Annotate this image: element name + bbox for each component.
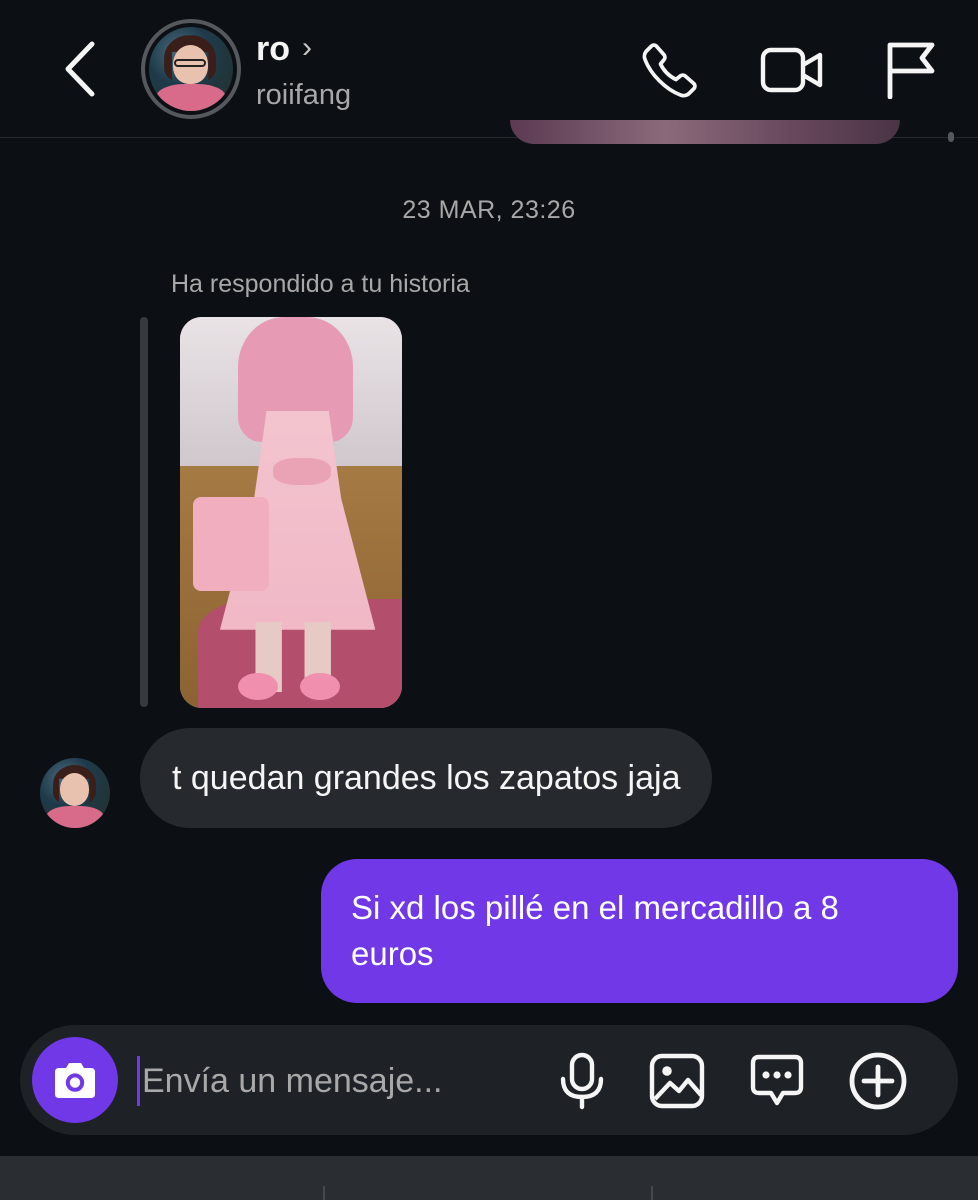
reply-quote-bar [140,317,148,707]
contact-name-link[interactable]: ro › [256,30,312,69]
contact-name: ro [256,30,290,68]
contact-username: roiifang [256,79,352,111]
scroll-indicator [948,132,954,142]
add-button[interactable] [846,1049,910,1113]
call-button[interactable] [638,38,702,102]
message-timestamp: 23 MAR, 23:26 [402,196,576,224]
gallery-button[interactable] [645,1049,709,1113]
camera-button[interactable] [32,1037,118,1123]
previous-image-message[interactable] [510,120,900,144]
chevron-left-icon [65,41,95,97]
message-composer [20,1025,958,1135]
keyboard-accessory-bar [0,1156,978,1200]
back-button[interactable] [50,36,110,102]
report-button[interactable] [878,38,942,102]
video-call-button[interactable] [760,38,824,102]
chat-header: ro › roiifang [0,0,978,138]
outgoing-message-bubble[interactable]: Si xd los pillé en el mercadillo a 8 eur… [321,859,958,1003]
video-camera-icon [760,47,823,93]
voice-message-button[interactable] [550,1049,614,1113]
bar-divider [651,1186,653,1200]
story-reply-label: Ha respondido a tu historia [171,270,470,298]
avatar-photo [149,27,233,111]
story-thumbnail[interactable] [180,317,402,708]
text-cursor [137,1056,140,1106]
flag-icon [887,42,935,99]
camera-icon [55,1063,95,1098]
contact-avatar[interactable] [141,19,241,119]
bar-divider [323,1186,325,1200]
message-input[interactable] [142,1055,542,1107]
phone-icon [642,43,697,98]
incoming-message-bubble[interactable]: t quedan grandes los zapatos jaja [140,728,713,828]
sender-avatar[interactable] [40,758,110,828]
image-icon [649,1053,705,1109]
microphone-icon [560,1052,604,1110]
chat-menu-button[interactable] [745,1049,809,1113]
plus-circle-icon [849,1052,907,1110]
chevron-right-icon: › [302,30,312,64]
message-dots-icon [750,1054,804,1106]
